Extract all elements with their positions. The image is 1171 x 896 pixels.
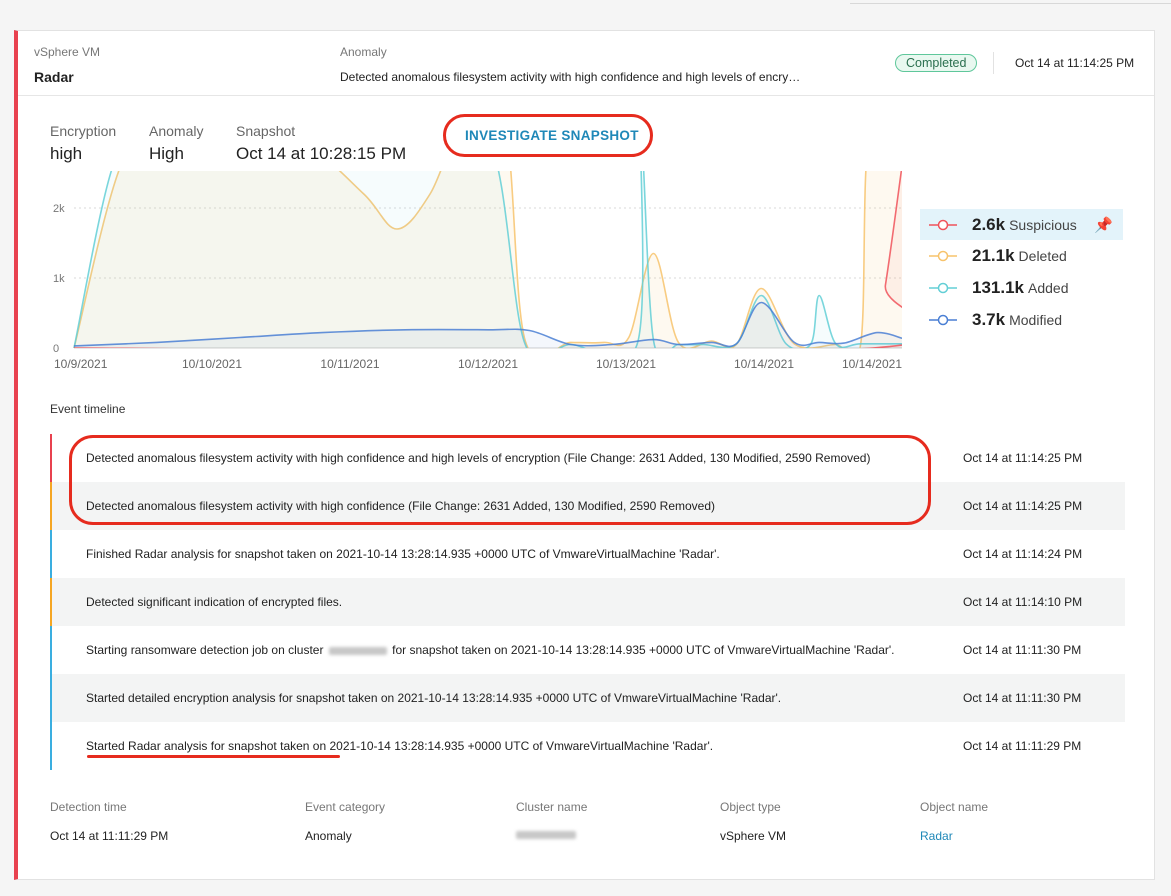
event-message: Detected significant indication of encry… [86, 595, 343, 609]
object-name: Radar [34, 69, 74, 85]
legend-item-modified[interactable]: 3.7k Modified [920, 304, 1123, 336]
timeline-event: Started Radar analysis for snapshot take… [50, 722, 1125, 770]
object-type-footer-label: Object type [720, 800, 781, 814]
event-header: vSphere VM Radar Anomaly Detected anomal… [18, 31, 1154, 96]
event-timeline-title: Event timeline [50, 402, 126, 416]
redacted-cluster-name [516, 831, 576, 839]
event-message: Detected anomalous filesystem activity w… [86, 451, 871, 465]
event-message: Starting ransomware detection job on clu… [86, 643, 895, 657]
object-type-label: vSphere VM [34, 45, 101, 59]
object-type-footer-value: vSphere VM [720, 829, 787, 843]
marker-dot [937, 314, 949, 326]
investigate-snapshot-button[interactable]: INVESTIGATE SNAPSHOT [465, 128, 639, 143]
event-category-label: Event category [305, 800, 386, 814]
annotation-underline [87, 755, 340, 758]
event-timestamp: Oct 14 at 11:14:25 PM [1015, 56, 1135, 70]
timeline-event: Detected significant indication of encry… [50, 578, 1125, 626]
legend-marker-added-icon [929, 282, 957, 294]
top-divider [850, 0, 1171, 4]
x-tick-label: 10/14/2021 [734, 357, 794, 371]
event-detail-card: vSphere VM Radar Anomaly Detected anomal… [14, 30, 1155, 880]
detection-time-value: Oct 14 at 11:11:29 PM [50, 829, 169, 843]
event-category-value: Anomaly [305, 829, 352, 843]
event-time: Oct 14 at 11:14:10 PM [963, 595, 1083, 609]
event-message: Started detailed encryption analysis for… [86, 691, 782, 705]
x-tick-label: 10/14/2021 [842, 357, 902, 371]
legend-marker-suspicious-icon [929, 219, 957, 231]
chart-x-ticks: 10/9/2021 10/10/2021 10/11/2021 10/12/2021 1… [54, 357, 902, 371]
marker-dot [937, 219, 949, 231]
chart-legend: 2.6k Suspicious 📌 21.1k Deleted 131.1k Adde… [920, 209, 1123, 336]
y-tick-label: 0 [53, 343, 59, 355]
status-badge: Completed [895, 54, 978, 72]
legend-item-added[interactable]: 131.1k Added [920, 272, 1123, 304]
event-message: Started Radar analysis for snapshot take… [86, 739, 714, 753]
snapshot-value: Oct 14 at 10:28:15 PM [236, 144, 407, 163]
legend-item-deleted[interactable]: 21.1k Deleted [920, 240, 1123, 272]
timeline-event: Started detailed encryption analysis for… [50, 674, 1125, 722]
encryption-label: Encryption [50, 123, 117, 139]
legend-value-deleted: 21.1k Deleted [972, 246, 1067, 265]
x-tick-label: 10/13/2021 [596, 357, 656, 371]
legend-marker-modified-icon [929, 314, 957, 326]
encryption-value: high [50, 144, 83, 163]
object-name-link[interactable]: Radar [920, 829, 953, 843]
legend-marker-deleted-icon [929, 250, 957, 262]
event-time: Oct 14 at 11:14:25 PM [963, 499, 1083, 513]
event-timeline: Detected anomalous filesystem activity w… [50, 434, 1125, 770]
chart-y-ticks: 0 1k 2k [53, 203, 65, 355]
marker-dot [937, 250, 949, 262]
timeline-event: Detected anomalous filesystem activity w… [50, 434, 1125, 482]
activity-chart: 0 1k 2k 10/9/2021 10/10/2021 10/11/2021 10/12… [53, 171, 902, 371]
marker-dot [937, 282, 949, 294]
x-tick-label: 10/9/2021 [54, 357, 108, 371]
object-name-footer-label: Object name [920, 800, 989, 814]
event-message: Detected anomalous filesystem activity w… [86, 499, 716, 513]
timeline-event: Finished Radar analysis for snapshot tak… [50, 530, 1125, 578]
x-tick-label: 10/11/2021 [320, 357, 379, 371]
legend-value-modified: 3.7k Modified [972, 310, 1063, 329]
legend-value-suspicious: 2.6k Suspicious [972, 215, 1077, 234]
event-time: Oct 14 at 11:11:30 PM [963, 643, 1082, 657]
x-tick-label: 10/10/2021 [182, 357, 242, 371]
legend-value-added: 131.1k Added [972, 278, 1069, 297]
anomaly-label: Anomaly [340, 45, 387, 59]
event-time: Oct 14 at 11:14:24 PM [963, 547, 1083, 561]
timeline-event: Detected anomalous filesystem activity w… [50, 482, 1125, 530]
event-message: Finished Radar analysis for snapshot tak… [86, 547, 720, 561]
chart-series [73, 171, 902, 348]
anomaly-metric-label: Anomaly [149, 123, 204, 139]
event-time: Oct 14 at 11:11:30 PM [963, 691, 1082, 705]
anomaly-metric-value: High [149, 144, 184, 163]
legend-item-suspicious[interactable]: 2.6k Suspicious 📌 [920, 209, 1123, 240]
cluster-name-label: Cluster name [516, 800, 588, 814]
detection-time-label: Detection time [50, 800, 127, 814]
header-divider [993, 52, 994, 74]
event-time: Oct 14 at 11:11:29 PM [963, 739, 1082, 753]
y-tick-label: 2k [53, 203, 65, 215]
x-tick-label: 10/12/2021 [458, 357, 518, 371]
event-time: Oct 14 at 11:14:25 PM [963, 451, 1083, 465]
pin-icon[interactable]: 📌 [1094, 216, 1113, 234]
timeline-event: Starting ransomware detection job on clu… [50, 626, 1125, 674]
redacted-cluster-name [328, 646, 387, 655]
y-tick-label: 1k [53, 273, 65, 285]
anomaly-description: Detected anomalous filesystem activity w… [340, 70, 801, 84]
snapshot-label: Snapshot [236, 123, 296, 139]
